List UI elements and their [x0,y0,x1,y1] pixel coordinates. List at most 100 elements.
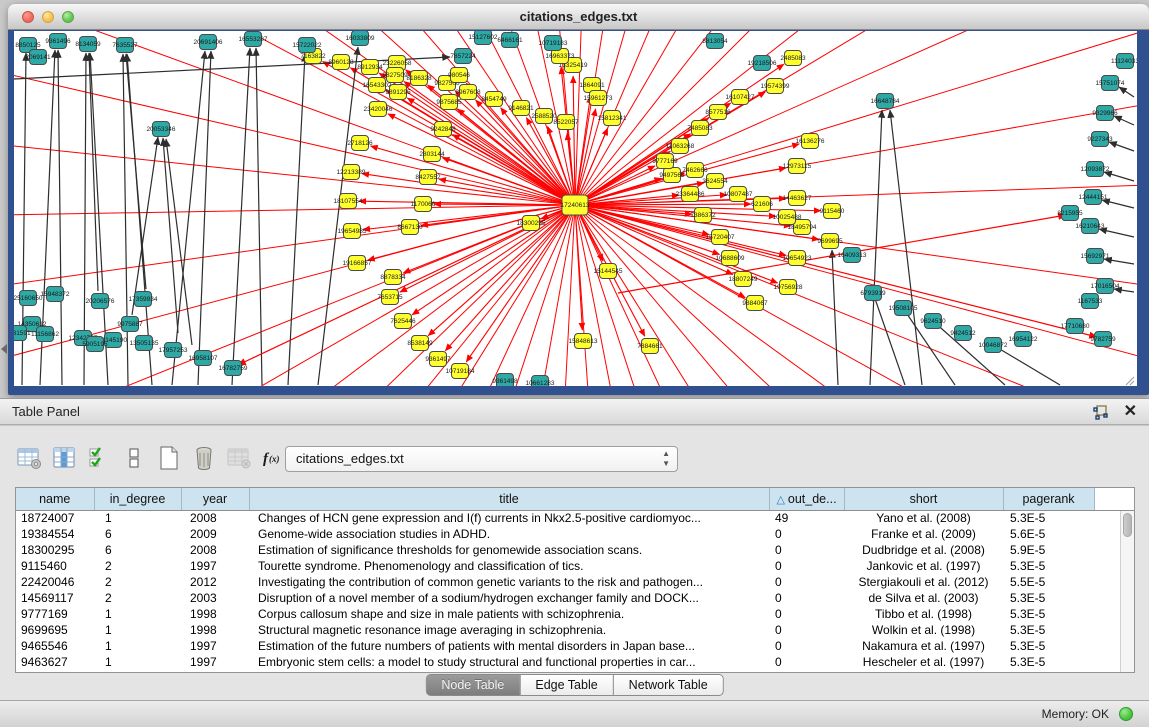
graph-node[interactable]: 16107427 [726,90,755,105]
float-panel-icon[interactable] [1092,404,1109,421]
graph-node[interactable]: 7884661 [637,339,663,354]
graph-node[interactable]: 10661283 [526,376,555,387]
graph-node[interactable]: 1170066 [411,197,436,212]
graph-node[interactable]: 8813054 [702,34,728,49]
close-window-button[interactable] [22,11,34,23]
table-row[interactable]: 977716911998Corpus callosum shape and si… [16,606,1135,622]
table-row[interactable]: 1872400712008Changes of HCN gene express… [16,510,1135,526]
graph-node[interactable]: 8577516 [705,105,731,120]
graph-node[interactable]: 16954122 [1009,332,1038,347]
graph-node[interactable]: 980546 [448,68,470,83]
graph-node[interactable]: 2485083 [780,51,806,66]
graph-node[interactable]: 8427552 [415,170,441,185]
graph-node[interactable]: 9329966 [1092,106,1118,121]
column-header-out_de[interactable]: △out_de... [769,488,844,510]
graph-node[interactable]: 9361498 [492,374,518,387]
graph-node[interactable]: 9242848 [430,122,456,137]
graph-node[interactable]: 8667130 [397,220,423,235]
graph-node[interactable]: 8522057 [553,115,579,130]
graph-node[interactable]: 20206576 [86,294,115,309]
import-table-disabled-button[interactable] [225,445,253,473]
graph-node[interactable]: 16553287 [239,32,268,47]
table-row[interactable]: 1456911722003Disruption of a novel membe… [16,590,1135,606]
graph-node[interactable]: 2803144 [419,147,445,162]
graph-node[interactable]: 20053346 [147,122,176,137]
graph-node[interactable]: 6466161 [497,33,523,48]
graph-node[interactable]: 9624510 [920,314,946,329]
graph-node[interactable]: 16210643 [1076,219,1105,234]
network-canvas[interactable]: 2322605898275091654330281863289827508980… [14,31,1137,386]
graph-node[interactable]: 9777169 [652,154,678,169]
table-selector-dropdown[interactable]: citations_edges.txt ▲▼ [285,446,678,472]
column-header-name[interactable]: name [16,488,94,510]
graph-node[interactable]: 621606 [751,197,773,212]
graph-node[interactable]: 9497568 [659,168,685,183]
graph-node[interactable]: 9361497 [425,352,451,367]
graph-node[interactable]: 16648784 [871,94,900,109]
graph-node[interactable]: 9227343 [1087,132,1113,147]
close-panel-icon[interactable]: ✕ [1124,401,1137,421]
function-builder-button[interactable]: f(x) [260,445,288,473]
graph-node[interactable]: 2718126 [347,136,373,151]
graph-node[interactable]: 9424512 [950,326,976,341]
column-header-title[interactable]: title [249,488,769,510]
graph-node[interactable]: 12444151 [1079,190,1108,205]
resize-grip-icon[interactable] [1126,377,1134,385]
graph-node[interactable]: 9875685 [436,95,462,110]
delete-table-button[interactable] [190,445,218,473]
table-scrollbar[interactable] [1120,511,1134,673]
graph-node[interactable]: 20691406 [194,35,223,50]
graph-node[interactable]: 8960128 [328,55,354,70]
graph-node[interactable]: 11124033 [1111,54,1137,69]
table-row[interactable]: 969969511998Structural magnetic resonanc… [16,622,1135,638]
zoom-window-button[interactable] [62,11,74,23]
graph-node[interactable]: 7386372 [690,208,716,223]
graph-node[interactable]: 17359934 [129,292,158,307]
graph-node[interactable]: 7635527 [112,38,138,53]
tab-node-table[interactable]: Node Table [425,674,520,696]
graph-node[interactable]: 17710680 [1061,319,1090,334]
new-table-button[interactable] [155,445,183,473]
tab-network-table[interactable]: Network Table [614,674,724,696]
scrollbar-thumb[interactable] [1123,513,1132,537]
graph-node[interactable]: 12973115 [783,159,812,174]
tab-edge-table[interactable]: Edge Table [520,674,613,696]
graph-node[interactable]: 9884067 [742,296,768,311]
graph-node[interactable]: 2967608 [455,85,481,100]
graph-node[interactable]: 15127602 [469,31,498,45]
graph-node[interactable]: 7625446 [390,314,416,329]
graph-node[interactable]: 9361496 [45,34,71,49]
graph-node[interactable]: 13505135 [130,336,159,351]
table-row[interactable]: 1830029562008Estimation of significance … [16,542,1135,558]
graph-node[interactable]: 7485083 [687,121,713,136]
graph-node[interactable]: 8912934 [357,60,383,75]
table-row[interactable]: 946554611997Estimation of the future num… [16,638,1135,654]
graph-node[interactable]: 10046872 [979,338,1008,353]
graph-node[interactable]: 19654985 [338,224,367,239]
table-settings-button[interactable] [15,445,43,473]
graph-node[interactable]: 7653715 [377,290,403,305]
table-row[interactable]: 911546021997Tourette syndrome. Phenomeno… [16,558,1135,574]
graph-node[interactable]: 2069141 [25,50,51,65]
graph-node[interactable]: 15848613 [569,334,598,349]
graph-node[interactable]: 9115460 [820,204,845,219]
graph-node[interactable]: 9891295 [385,85,411,100]
column-header-in_degree[interactable]: in_degree [94,488,181,510]
graph-node[interactable]: 7857224 [450,49,476,64]
graph-node[interactable]: 17240613 [561,195,590,215]
row-height-button[interactable] [120,445,148,473]
graph-node[interactable]: 15948372 [41,287,70,302]
table-row[interactable]: 1938455462009Genome-wide association stu… [16,526,1135,542]
graph-node[interactable]: 7462666 [682,163,708,178]
graph-node[interactable]: 8134059 [75,37,101,52]
graph-node[interactable]: 17957253 [159,343,188,358]
graph-node[interactable]: 14463627 [783,191,812,206]
graph-node[interactable]: 9975887 [117,317,143,332]
column-header-short[interactable]: short [844,488,1003,510]
table-row[interactable]: 946362711997Embryonic stem cells: a mode… [16,654,1135,670]
graph-node[interactable]: 10719184 [446,364,475,379]
minimize-window-button[interactable] [42,11,54,23]
graph-node[interactable]: 18107554 [334,194,363,209]
graph-node[interactable]: 1167533 [1078,294,1103,309]
graph-node[interactable]: 8538149 [407,336,433,351]
